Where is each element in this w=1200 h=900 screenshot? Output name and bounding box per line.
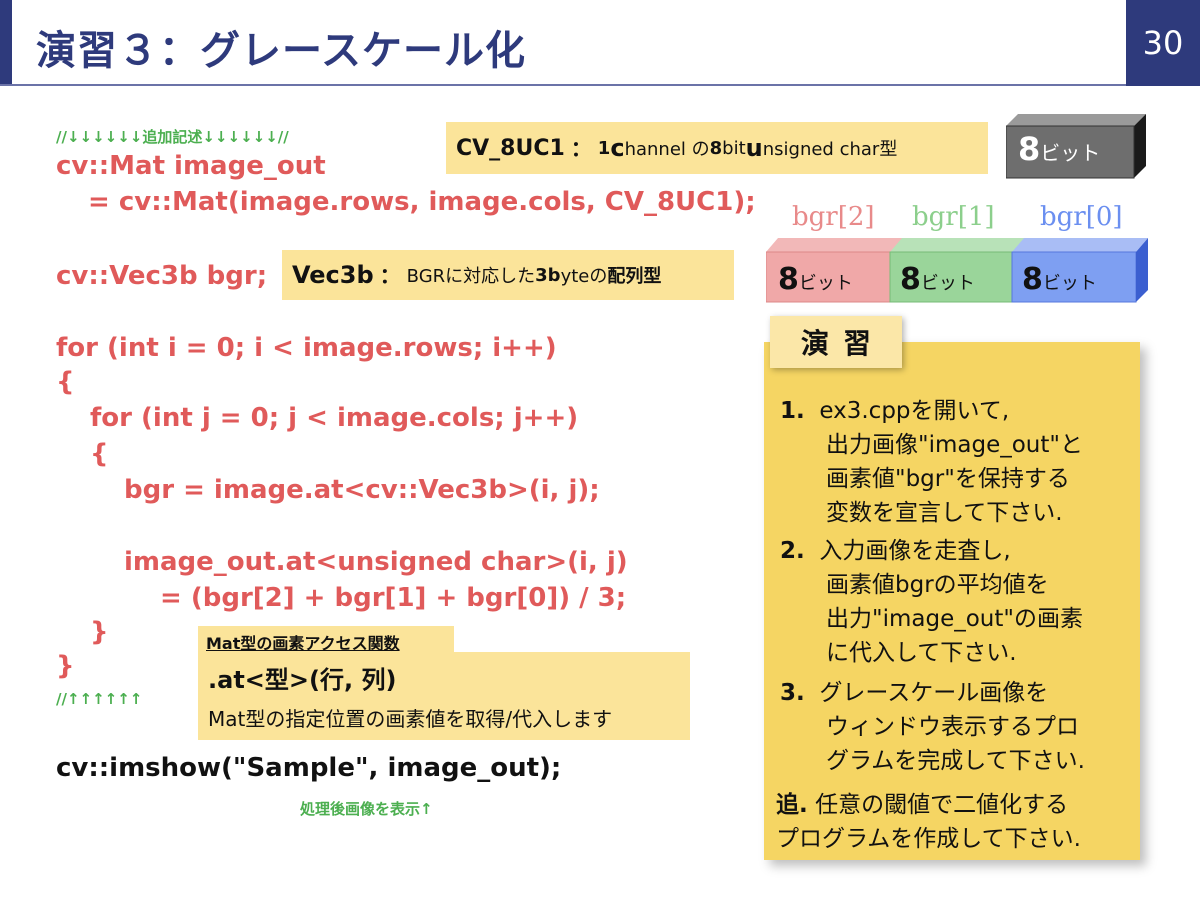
red-cube-top (766, 238, 908, 252)
bgr2-bits-number: 8 (778, 262, 799, 297)
title-underline (0, 84, 1126, 86)
cv8uc1-part: bit (722, 137, 746, 159)
exercise-item-1-line-1: ex3.cppを開いて, (819, 398, 1010, 424)
exercise-extra-line-2: プログラムを作成して下さい. (776, 826, 1081, 852)
code-line-bgr-at: bgr = image.at<cv::Vec3b>(i, j); (124, 475, 600, 505)
bgr1-bits-number: 8 (900, 262, 921, 297)
code-line-imshow: cv::imshow("Sample", image_out); (56, 753, 562, 783)
exercise-item-2: 2. 入力画像を走査し, 画素値bgrの平均値を 出力"image_out"の画… (780, 534, 1083, 670)
exercise-item-2-line-4: に代入して下さい. (826, 640, 1017, 666)
exercise-item-3: 3. グレースケール画像を ウィンドウ表示するプロ グラムを完成して下さい. (780, 676, 1085, 778)
exercise-tab: 演習 (770, 316, 902, 368)
cv8uc1-term: CV_8UC1 (456, 135, 565, 161)
at-note-header-text: Mat型の画素アクセス関数 (206, 634, 400, 653)
vec3b-part: BGRに対応した (406, 266, 536, 287)
code-line-mat-decl: cv::Mat image_out (56, 151, 326, 181)
cv8uc1-part: u (745, 134, 763, 162)
exercise-item-2-line-3: 出力"image_out"の画素 (826, 606, 1083, 632)
vec3b-colon: ： (379, 264, 401, 288)
code-line-for-j: for (int j = 0; j < image.cols; j++) (90, 403, 579, 433)
code-line-brace-open-outer: { (56, 367, 75, 397)
bgr2-bits-unit: ビット (798, 273, 853, 294)
code-line-brace-close-inner: } (90, 617, 109, 647)
bgr1-label: bgr[1] (912, 202, 995, 232)
code-line-brace-close-outer: } (56, 651, 75, 681)
cv8uc1-part: nsigned char型 (762, 139, 898, 160)
bgr0-bits: 8ビット (1022, 262, 1097, 297)
cv8uc1-colon: ： (570, 137, 592, 161)
exercise-item-3-line-2: ウィンドウ表示するプロ (826, 714, 1079, 740)
single-8bit-number: 8 (1018, 130, 1041, 168)
code-line-image-out-at: image_out.at<unsigned char>(i, j) (124, 547, 628, 577)
bgr0-bits-number: 8 (1022, 262, 1043, 297)
exercise-item-2-num: 2. (780, 538, 805, 564)
title-accent-bar (0, 0, 12, 86)
bgr1-bits-unit: ビット (920, 273, 975, 294)
exercise-item-3-line-3: グラムを完成して下さい. (826, 748, 1085, 774)
bgr0-label: bgr[0] (1040, 202, 1123, 232)
bgr0-bits-unit: ビット (1042, 273, 1097, 294)
exercise-item-1-line-2: 出力画像"image_out"と (826, 432, 1083, 458)
vec3b-part: 配列型 (607, 266, 662, 287)
cube-top-face (1006, 114, 1146, 126)
green-cube-top (890, 238, 1030, 252)
code-line-average: = (bgr[2] + bgr[1] + bgr[0]) / 3; (160, 583, 627, 613)
code-line-for-i: for (int i = 0; i < image.rows; i++) (56, 333, 557, 363)
exercise-item-3-line-1: グレースケール画像を (819, 680, 1049, 706)
at-note-desc: Mat型の指定位置の画素値を取得/代入します (208, 707, 613, 731)
exercise-item-3-num: 3. (780, 680, 805, 706)
code-comment-top: //↓↓↓↓↓↓追加記述↓↓↓↓↓↓// (56, 128, 289, 146)
cv8uc1-part: hannel の (624, 139, 710, 160)
slide-title: 演習３：グレースケール化 (36, 28, 526, 74)
blue-cube-top (1012, 238, 1148, 252)
exercise-extra: 追. 任意の閾値で二値化する プログラムを作成して下さい. (776, 788, 1081, 856)
code-line-brace-open-inner: { (90, 439, 109, 469)
cv8uc1-part: c (610, 134, 625, 162)
vec3b-term: Vec3b (292, 261, 374, 289)
imshow-comment: 処理後画像を表示↑ (300, 800, 433, 818)
page-number: 30 (1126, 0, 1200, 86)
bgr2-label: bgr[2] (792, 202, 875, 232)
at-note-title: .at<型>(行, 列) (208, 666, 397, 694)
exercise-item-1-num: 1. (780, 398, 805, 424)
vec3b-note: Vec3b ： BGRに対応した 3b yteの 配列型 (282, 250, 734, 300)
vec3b-part: yteの (560, 266, 608, 287)
slide-header: 演習３：グレースケール化 30 (0, 0, 1200, 86)
single-8bit-label: 8ビット (1018, 130, 1100, 168)
single-8bit-unit: ビット (1040, 141, 1101, 165)
bgr1-bits: 8ビット (900, 262, 975, 297)
cv8uc1-part: 8 (709, 137, 723, 159)
exercise-item-1-line-3: 画素値"bgr"を保持する (826, 466, 1070, 492)
exercise-extra-line-1: 任意の閾値で二値化する (815, 792, 1069, 818)
code-line-vec3b: cv::Vec3b bgr; (56, 261, 268, 291)
bgr2-bits: 8ビット (778, 262, 853, 297)
cv8uc1-part: 1 (597, 137, 611, 159)
at-note: .at<型>(行, 列) Mat型の指定位置の画素値を取得/代入します (198, 652, 690, 740)
exercise-item-1-line-4: 変数を宣言して下さい. (826, 500, 1063, 526)
cv8uc1-note: CV_8UC1 ： 1 c hannel の 8 bit u nsigned c… (446, 122, 988, 174)
exercise-item-2-line-1: 入力画像を走査し, (819, 538, 1011, 564)
exercise-item-2-line-2: 画素値bgrの平均値を (826, 572, 1049, 598)
code-comment-bottom: //↑↑↑↑↑↑ (56, 690, 143, 708)
exercise-extra-num: 追. (776, 792, 808, 818)
code-line-mat-init: = cv::Mat(image.rows, image.cols, CV_8UC… (88, 187, 756, 217)
exercise-item-1: 1. ex3.cppを開いて, 出力画像"image_out"と 画素値"bgr… (780, 394, 1083, 530)
vec3b-part: 3b (535, 264, 561, 286)
